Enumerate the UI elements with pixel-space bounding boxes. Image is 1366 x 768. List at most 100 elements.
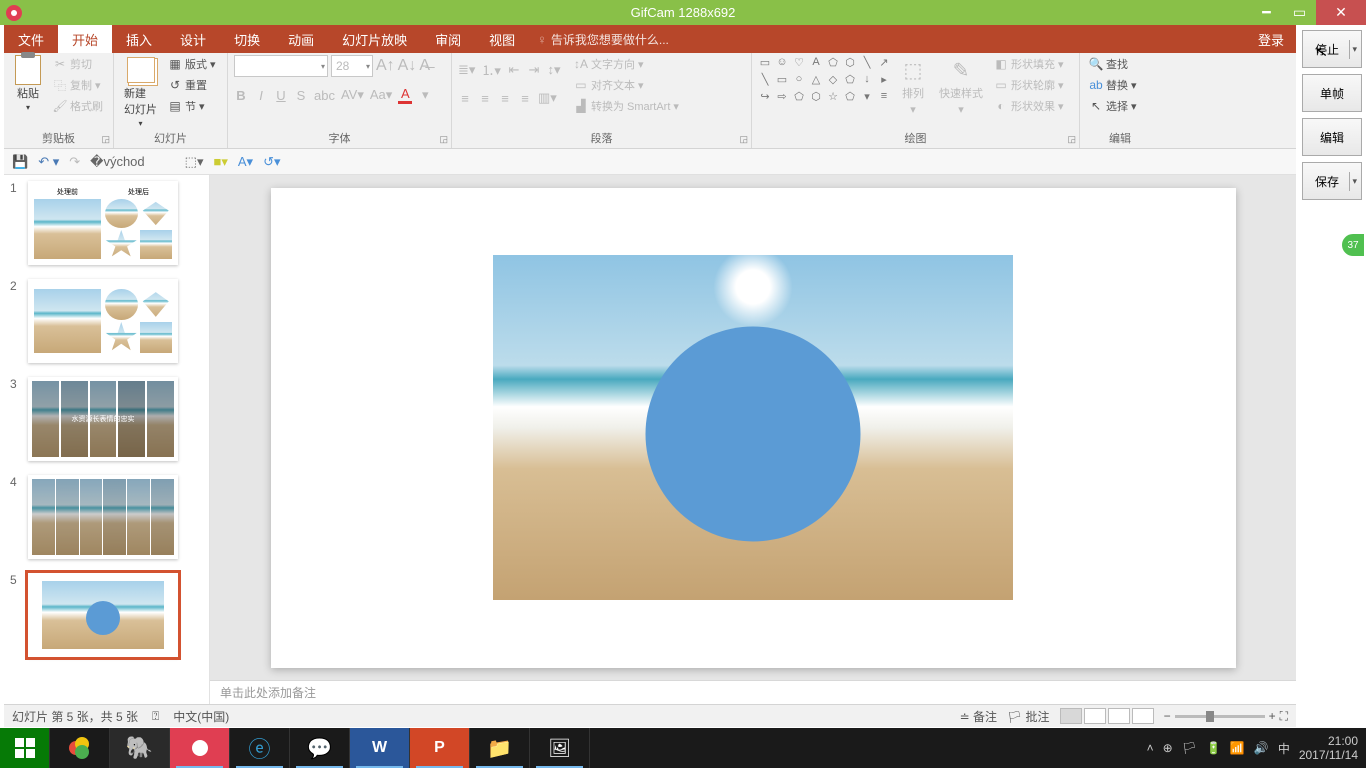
section-button[interactable]: ▤节▾ — [165, 97, 219, 115]
qat-icon[interactable]: ↺▾ — [263, 154, 280, 170]
start-slideshow-icon[interactable]: �východ — [90, 154, 145, 170]
shape-fill-button[interactable]: ◧形状填充▾ — [991, 55, 1067, 73]
cut-button[interactable]: ✂剪切 — [50, 55, 106, 73]
gifcam-edit-button[interactable]: 编辑 — [1302, 118, 1362, 156]
align-left-button[interactable]: ≡ — [458, 91, 472, 106]
taskbar-powerpoint[interactable]: P — [410, 728, 470, 768]
drawing-dialog-icon[interactable]: ◲ — [1067, 134, 1076, 145]
columns-button[interactable]: ▥▾ — [538, 90, 557, 106]
grow-font-icon[interactable]: A↑ — [376, 57, 395, 75]
taskbar-explorer[interactable]: 📁 — [470, 728, 530, 768]
layout-button[interactable]: ▦版式▾ — [165, 55, 219, 73]
font-color-button[interactable]: A — [398, 86, 412, 104]
slide-thumbnail-3[interactable]: 水资源长表情的忠实 — [28, 377, 178, 461]
tell-me-input[interactable]: 告诉我您想要做什么... — [537, 25, 669, 53]
tab-transitions[interactable]: 切换 — [220, 25, 274, 53]
undo-icon[interactable]: ↶ ▾ — [38, 154, 59, 170]
smartart-button[interactable]: ▟转换为 SmartArt▾ — [571, 97, 682, 115]
fit-window-icon[interactable]: ⛶ — [1280, 709, 1288, 724]
line-spacing-button[interactable]: ↕▾ — [547, 62, 561, 78]
indent-inc-button[interactable]: ⇥ — [527, 62, 541, 78]
tray-chevron-icon[interactable]: ˄ — [1147, 741, 1154, 755]
tray-flag-icon[interactable]: 🏳 — [1182, 741, 1197, 755]
maximize-button[interactable]: ▭ — [1283, 0, 1316, 25]
underline-button[interactable]: U — [274, 88, 288, 103]
taskbar-app[interactable] — [50, 728, 110, 768]
tray-wifi-icon[interactable]: 📶 — [1230, 741, 1245, 755]
oval-shape[interactable] — [646, 327, 861, 542]
slideshow-view-button[interactable] — [1132, 708, 1154, 724]
format-painter-button[interactable]: 🖌格式刷 — [50, 97, 106, 115]
paste-button[interactable]: 粘贴▾ — [10, 55, 46, 114]
quick-styles-button[interactable]: ✎快速样式▾ — [935, 55, 987, 118]
replace-button[interactable]: ab替换▾ — [1086, 76, 1140, 94]
notes-pane[interactable]: 单击此处添加备注 — [210, 680, 1296, 704]
taskbar-word[interactable]: W — [350, 728, 410, 768]
taskbar-evernote[interactable]: 🐘 — [110, 728, 170, 768]
tray-volume-icon[interactable]: 🔊 — [1254, 741, 1269, 755]
slide-thumbnail-2[interactable] — [28, 279, 178, 363]
tab-file[interactable]: 文件 — [4, 25, 58, 53]
gifcam-frame-button[interactable]: 单帧 — [1302, 74, 1362, 112]
shadow-button[interactable]: abc — [314, 88, 335, 103]
find-button[interactable]: 🔍查找 — [1086, 55, 1140, 73]
indent-dec-button[interactable]: ⇤ — [507, 62, 521, 78]
slide-editor[interactable] — [210, 175, 1296, 680]
italic-button[interactable]: I — [254, 88, 268, 103]
align-text-button[interactable]: ▭对齐文本▾ — [571, 76, 682, 94]
tab-home[interactable]: 开始 — [58, 25, 112, 53]
start-button[interactable] — [0, 728, 50, 768]
close-button[interactable]: ✕ — [1316, 0, 1366, 25]
clear-format-icon[interactable]: A̶ — [419, 57, 430, 75]
tab-view[interactable]: 视图 — [475, 25, 529, 53]
bullets-button[interactable]: ≣▾ — [458, 62, 475, 78]
tab-design[interactable]: 设计 — [166, 25, 220, 53]
taskbar-clock[interactable]: 21:002017/11/14 — [1299, 734, 1358, 763]
taskbar-photos[interactable]: 🖼 — [530, 728, 590, 768]
qat-icon[interactable]: ■▾ — [213, 154, 227, 170]
taskbar-wechat[interactable]: 💬 — [290, 728, 350, 768]
qat-icon[interactable]: ⬚▾ — [185, 154, 204, 170]
numbering-button[interactable]: ⒈▾ — [481, 60, 501, 79]
select-button[interactable]: ↖选择▾ — [1086, 97, 1140, 115]
tray-battery-icon[interactable]: 🔋 — [1206, 741, 1221, 755]
align-center-button[interactable]: ≡ — [478, 91, 492, 106]
font-dialog-icon[interactable]: ◲ — [439, 134, 448, 145]
sorter-view-button[interactable] — [1084, 708, 1106, 724]
bold-button[interactable]: B — [234, 88, 248, 103]
gifcam-save-button[interactable]: 保存 — [1302, 162, 1362, 200]
new-slide-button[interactable]: 新建 幻灯片▾ — [120, 55, 161, 130]
tab-review[interactable]: 审阅 — [421, 25, 475, 53]
copy-button[interactable]: ⿻复制▾ — [50, 76, 106, 94]
qat-icon[interactable]: A▾ — [238, 154, 253, 170]
shape-effects-button[interactable]: ◐形状效果▾ — [991, 97, 1067, 115]
minimize-button[interactable]: ━ — [1250, 0, 1283, 25]
notes-toggle[interactable]: ≐ 备注 — [960, 708, 997, 725]
arrange-button[interactable]: ⬚排列▾ — [895, 55, 931, 118]
tray-network-icon[interactable]: ⊕ — [1163, 741, 1173, 755]
inserted-picture[interactable] — [493, 255, 1013, 600]
current-slide[interactable] — [271, 188, 1236, 668]
spacing-button[interactable]: AV▾ — [341, 87, 364, 103]
shrink-font-icon[interactable]: A↓ — [398, 57, 417, 75]
reset-button[interactable]: ↺重置 — [165, 76, 219, 94]
shapes-gallery[interactable]: ▭☺♡A⬠⬡╲↗ ╲▭○△◇⬠↓▸ ↪⇨⬠⬡☆⬠▾≡ — [758, 55, 891, 103]
case-button[interactable]: Aa▾ — [370, 87, 392, 103]
paragraph-dialog-icon[interactable]: ◲ — [739, 134, 748, 145]
redo-icon[interactable]: ↷ — [69, 154, 80, 170]
comments-toggle[interactable]: 🏳 批注 — [1007, 708, 1050, 725]
tab-animations[interactable]: 动画 — [274, 25, 328, 53]
slide-thumbnail-5[interactable] — [28, 573, 178, 657]
shape-outline-button[interactable]: ▭形状轮廓▾ — [991, 76, 1067, 94]
taskbar-gifcam[interactable] — [170, 728, 230, 768]
tab-slideshow[interactable]: 幻灯片放映 — [328, 25, 421, 53]
font-size-combo[interactable]: 28 — [331, 55, 373, 77]
tray-ime-icon[interactable]: 中 — [1278, 740, 1290, 757]
justify-button[interactable]: ≡ — [518, 91, 532, 106]
tab-insert[interactable]: 插入 — [112, 25, 166, 53]
language-status[interactable]: 中文(中国) — [173, 708, 229, 725]
clipboard-dialog-icon[interactable]: ◲ — [101, 134, 110, 145]
align-right-button[interactable]: ≡ — [498, 91, 512, 106]
font-family-combo[interactable] — [234, 55, 328, 77]
slide-thumbnail-4[interactable] — [28, 475, 178, 559]
